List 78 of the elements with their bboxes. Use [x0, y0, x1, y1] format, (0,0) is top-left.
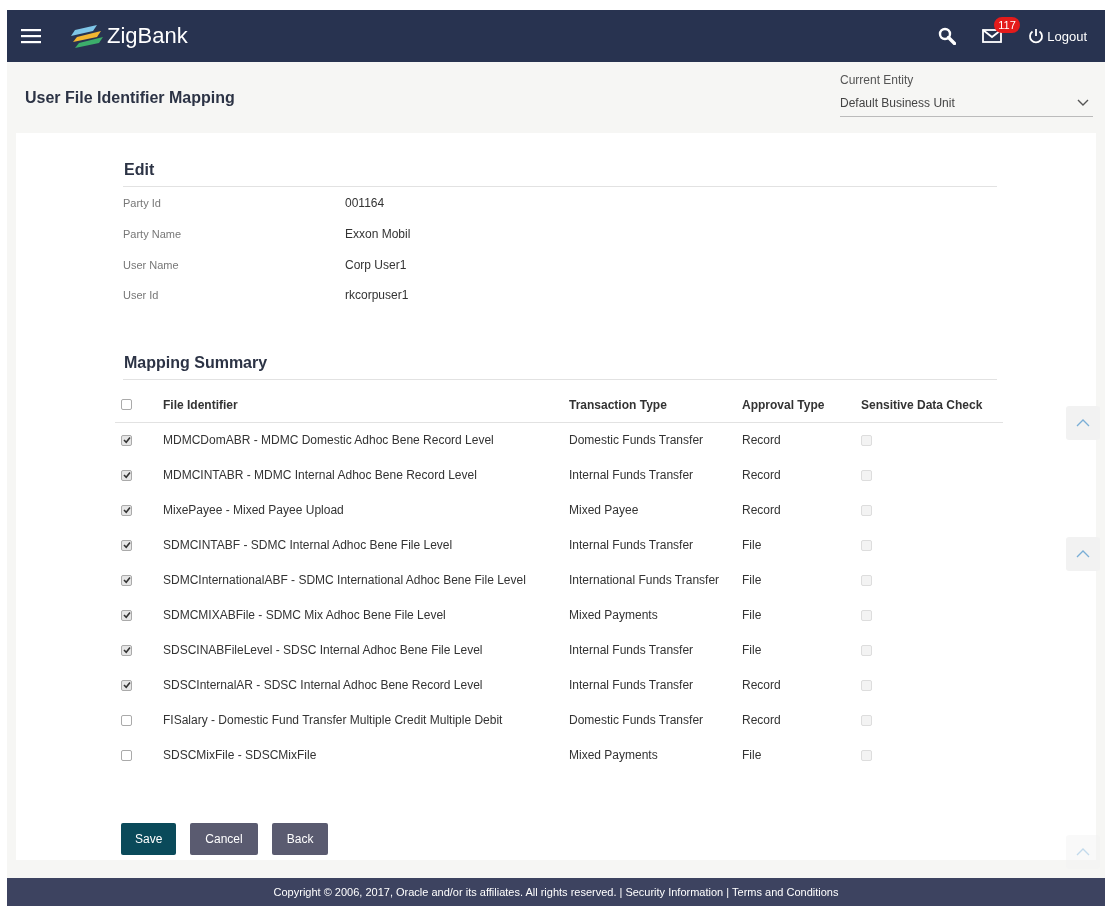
section-heading: Mapping Summary: [123, 353, 997, 380]
checkbox[interactable]: [121, 504, 132, 516]
column-header: File Identifier: [163, 397, 239, 412]
separator: |: [619, 886, 623, 898]
table-cell-text: SDMCInternationalABF - SDMC International Adhoc Bene File Level: [163, 573, 527, 588]
power-icon: [1028, 28, 1045, 44]
checkbox[interactable]: [121, 679, 132, 691]
table-cell-text: File: [742, 538, 763, 553]
column-header: Sensitive Data Check: [861, 397, 984, 412]
logo-icon: [71, 24, 105, 48]
table-cell-text: MixePayee - Mixed Payee Upload: [163, 503, 345, 518]
table-cell-text: Mixed Payments: [569, 608, 659, 623]
table-cell-text: File: [742, 748, 763, 763]
menu-icon[interactable]: [21, 28, 41, 44]
table-cell-text: Record: [742, 468, 782, 483]
checkbox[interactable]: [121, 644, 132, 656]
table-cell-text: FISalary - Domestic Fund Transfer Multiple Credit Multiple Debit: [163, 713, 504, 728]
table-cell-text: Record: [742, 433, 782, 448]
table-cell-text: SDSCINABFileLevel - SDSC Internal Adhoc Bene File Level: [163, 643, 484, 658]
logout-button[interactable]: Logout: [1028, 28, 1087, 44]
checkbox[interactable]: [121, 609, 132, 621]
chevron-down-icon: [1077, 98, 1089, 107]
column-header: Transaction Type: [569, 397, 668, 412]
table-cell-text: SDSCMixFile - SDSCMixFile: [163, 748, 318, 763]
checkbox[interactable]: [121, 469, 132, 481]
table-cell-text: Record: [742, 713, 782, 728]
chevron-up-icon: [1076, 550, 1090, 558]
table-cell-text: File: [742, 643, 763, 658]
action-button[interactable]: Back: [271, 822, 329, 855]
table-cell-text: Internal Funds Transfer: [569, 678, 695, 693]
column-header: Approval Type: [742, 397, 826, 412]
table-cell-text: SDMCINTABF - SDMC Internal Adhoc Bene File Level: [163, 538, 454, 553]
checkbox[interactable]: [121, 574, 132, 586]
table-cell-text: Domestic Funds Transfer: [569, 713, 705, 728]
table-cell-text: SDMCMIXABFile - SDMC Mix Adhoc Bene File Level: [163, 608, 447, 623]
table-cell-text: Mixed Payments: [569, 748, 659, 763]
notification-badge: 117: [994, 17, 1020, 33]
table-cell-text: Domestic Funds Transfer: [569, 433, 705, 448]
table-cell-text: Internal Funds Transfer: [569, 468, 695, 483]
table-cell-text: SDSCInternalAR - SDSC Internal Adhoc Bene Record Level: [163, 678, 484, 693]
field-value: Exxon Mobil: [345, 227, 412, 242]
footer-link[interactable]: Terms and Conditions: [732, 886, 839, 898]
section-heading: Edit: [123, 161, 997, 187]
field-label: Party Id: [123, 197, 162, 210]
table-cell-text: Record: [742, 678, 782, 693]
field-value: 001164: [345, 196, 386, 211]
checkbox[interactable]: [121, 749, 132, 761]
table-cell-text: Internal Funds Transfer: [569, 538, 695, 553]
footer-link[interactable]: Security Information: [625, 886, 724, 898]
field-value: rkcorpuser1: [345, 288, 410, 303]
page-title: User File Identifier Mapping: [25, 88, 236, 107]
field-label: User Id: [123, 289, 160, 302]
separator: |: [726, 886, 730, 898]
search-icon[interactable]: [938, 27, 957, 45]
checkbox[interactable]: [121, 539, 132, 551]
table-cell-text: File: [742, 608, 763, 623]
copyright-text: Copyright © 2006, 2017, Oracle and/or its affiliates. All rights reserved.: [273, 886, 617, 898]
mail-icon[interactable]: [982, 29, 1003, 43]
field-value: Corp User1: [345, 257, 408, 272]
table-cell-text: Mixed Payee: [569, 503, 640, 518]
save-button[interactable]: Save: [121, 822, 177, 855]
field-label: User Name: [123, 258, 180, 271]
chevron-up-icon: [1076, 848, 1090, 856]
table-cell-text: MDMCDomABR - MDMC Domestic Adhoc Bene Record Level: [163, 433, 495, 448]
checkbox[interactable]: [121, 714, 132, 726]
entity-label: Current Entity: [840, 72, 915, 87]
table-cell-text: International Funds Transfer: [569, 573, 721, 588]
checkbox[interactable]: [121, 434, 132, 446]
table-cell-text: Internal Funds Transfer: [569, 643, 695, 658]
action-button[interactable]: Cancel: [190, 822, 258, 855]
checkbox[interactable]: [121, 399, 132, 411]
table-cell-text: MDMCINTABR - MDMC Internal Adhoc Bene Record Level: [163, 468, 478, 483]
table-cell-text: File: [742, 573, 763, 588]
brand-name: ZigBank: [107, 23, 188, 49]
chevron-up-icon: [1076, 419, 1090, 427]
field-label: Party Name: [123, 228, 183, 241]
entity-dropdown[interactable]: Default Business Unit: [840, 95, 1093, 117]
table-cell-text: Record: [742, 503, 782, 518]
